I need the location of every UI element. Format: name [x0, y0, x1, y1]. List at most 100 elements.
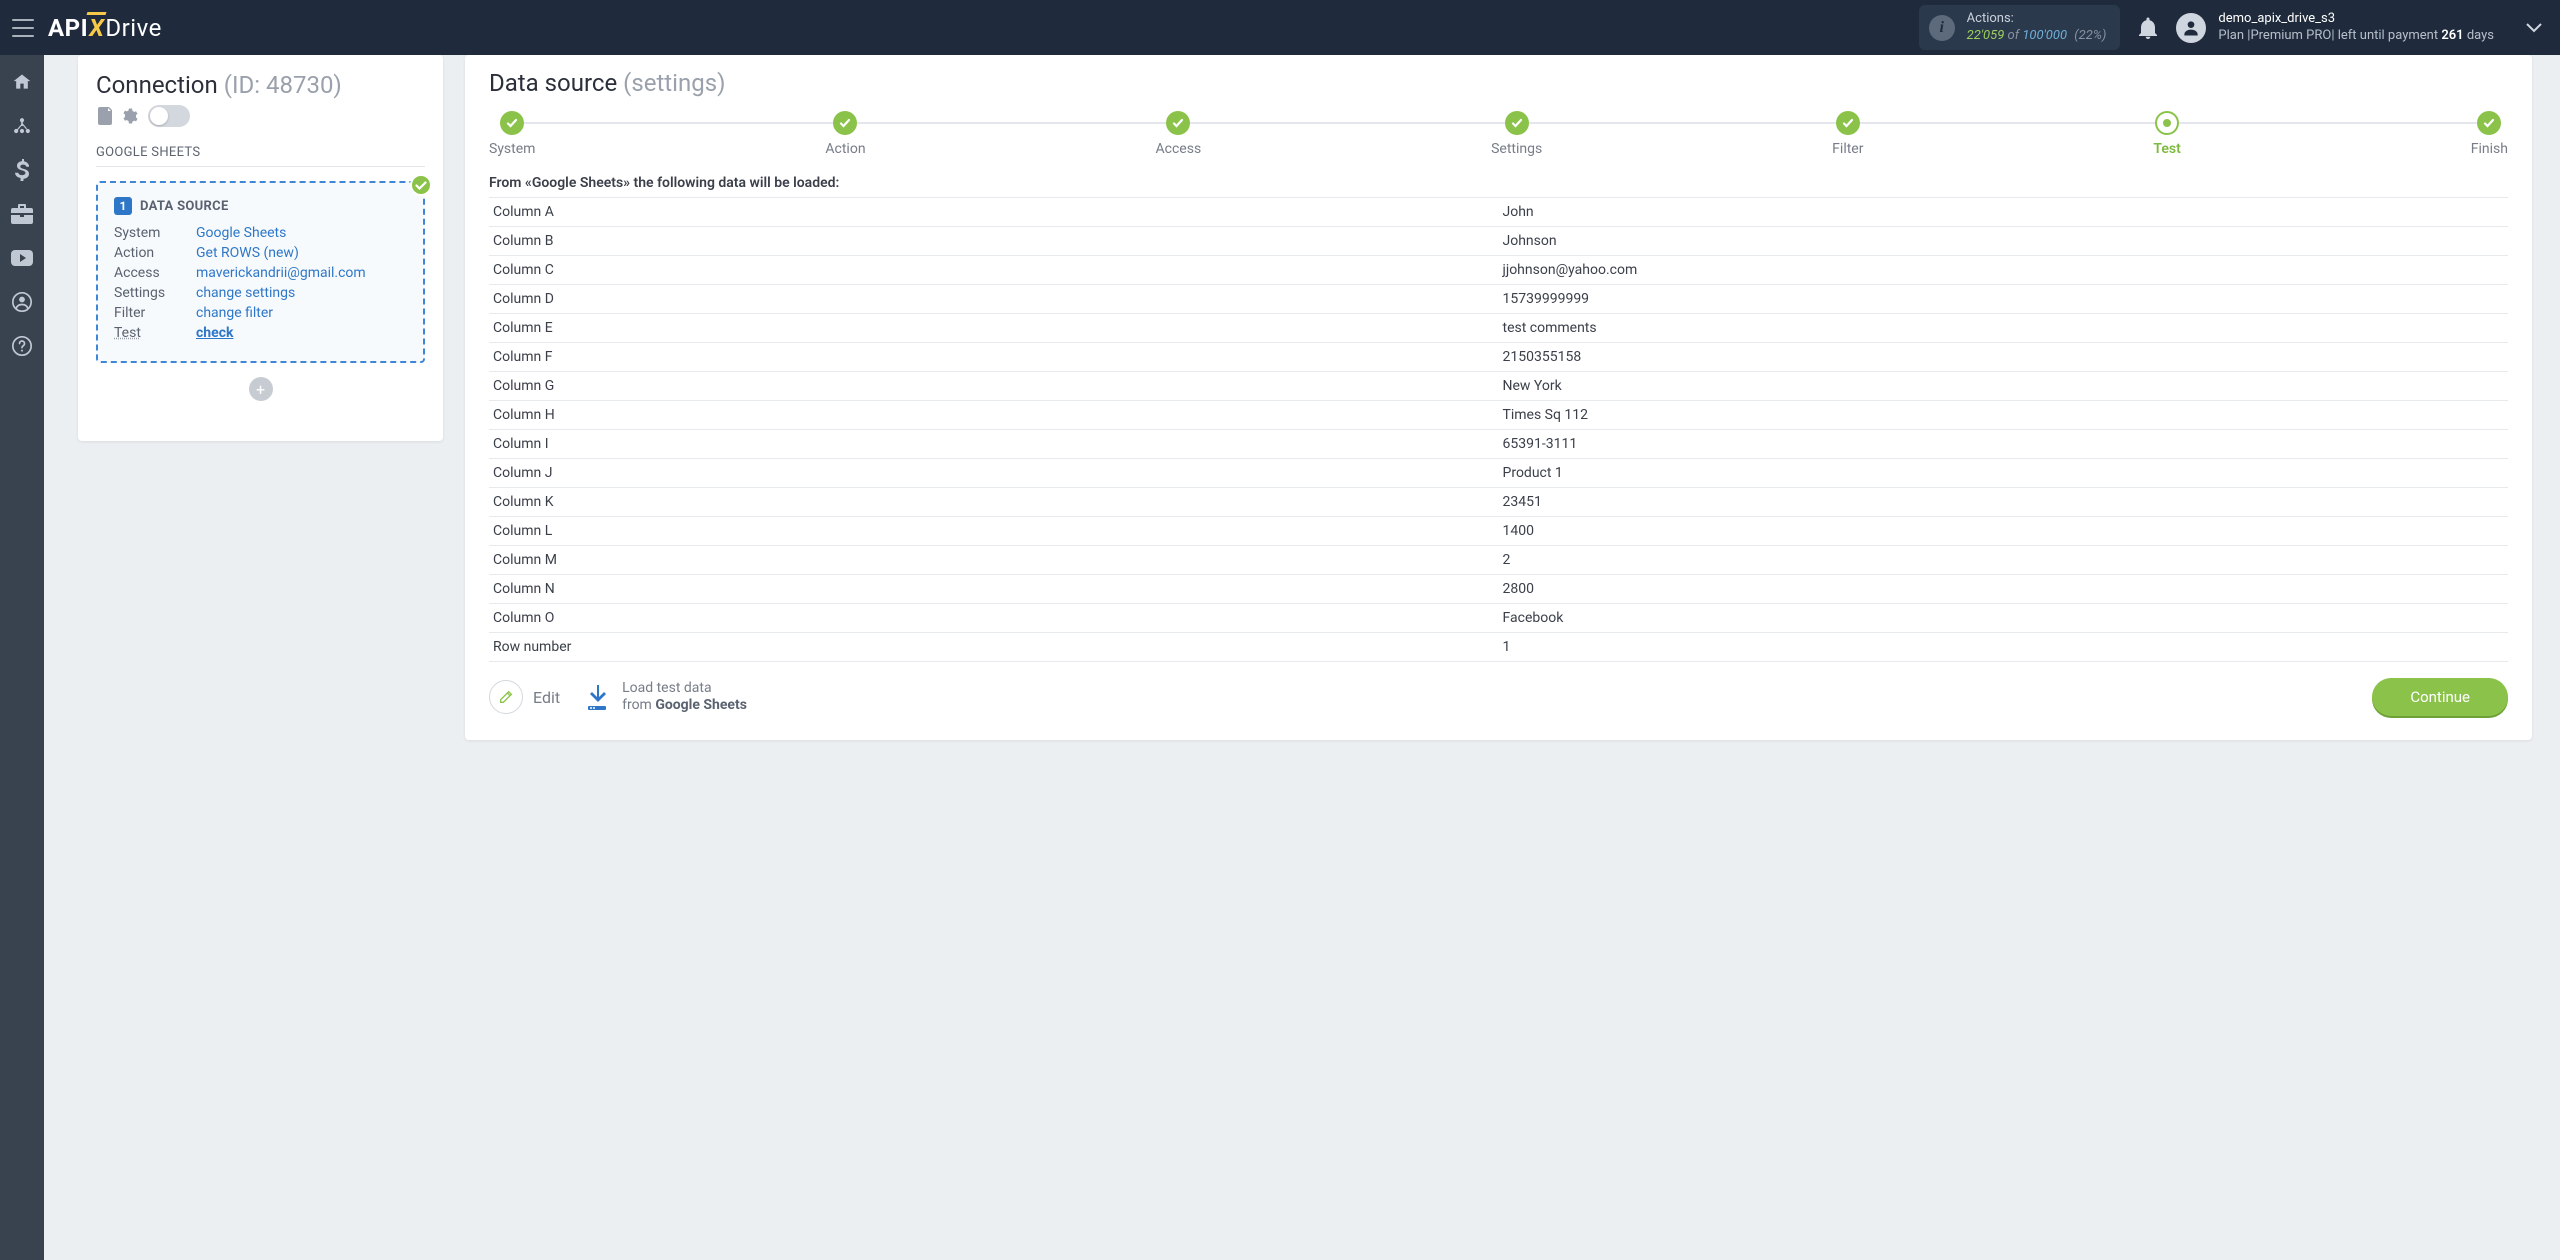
table-row: Column JProduct 1: [489, 459, 2508, 488]
step-access[interactable]: Access: [1156, 111, 1202, 157]
topbar: API X Drive i Actions: 22'059 of 100'000…: [0, 0, 2560, 55]
step-settings[interactable]: Settings: [1491, 111, 1542, 157]
rail-account[interactable]: [0, 281, 44, 323]
cell-key: Column N: [489, 575, 1499, 604]
table-row: Column Cjjohnson@yahoo.com: [489, 256, 2508, 285]
cell-key: Column L: [489, 517, 1499, 546]
connection-source-label: GOOGLE SHEETS: [96, 145, 425, 167]
card-number: 1: [114, 197, 132, 215]
rail-billing[interactable]: [0, 149, 44, 191]
connection-title: Connection (ID: 48730): [96, 71, 425, 127]
cell-value: Product 1: [1499, 459, 2509, 488]
user-menu[interactable]: demo_apix_drive_s3 Plan |Premium PRO| le…: [2176, 11, 2494, 44]
table-row: Column K23451: [489, 488, 2508, 517]
note-icon[interactable]: [98, 107, 114, 125]
step-label: Settings: [1491, 141, 1542, 157]
cell-key: Column H: [489, 401, 1499, 430]
ds-row-link[interactable]: check: [196, 325, 233, 341]
step-action[interactable]: Action: [825, 111, 865, 157]
enable-toggle[interactable]: [148, 105, 190, 127]
connection-panel: Connection (ID: 48730) GOOGLE SHEETS 1 D…: [78, 55, 443, 441]
table-row: Column Etest comments: [489, 314, 2508, 343]
cell-value: 65391-3111: [1499, 430, 2509, 459]
continue-button[interactable]: Continue: [2372, 678, 2508, 716]
table-row: Column D15739999999: [489, 285, 2508, 314]
cell-value: test comments: [1499, 314, 2509, 343]
rail-toolbox[interactable]: [0, 193, 44, 235]
table-row: Column HTimes Sq 112: [489, 401, 2508, 430]
ds-row-link[interactable]: change filter: [196, 305, 273, 321]
table-row: Column M2: [489, 546, 2508, 575]
cell-key: Column M: [489, 546, 1499, 575]
step-filter[interactable]: Filter: [1832, 111, 1863, 157]
add-step-button[interactable]: +: [249, 377, 273, 401]
table-row: Column AJohn: [489, 198, 2508, 227]
cell-value: 1: [1499, 633, 2509, 662]
user-plan: Plan |Premium PRO| left until payment 26…: [2218, 28, 2494, 44]
load-test-button[interactable]: Load test data from Google Sheets: [582, 680, 747, 714]
table-row: Column I65391-3111: [489, 430, 2508, 459]
actions-percent: (22%): [2074, 28, 2106, 43]
info-icon: i: [1929, 15, 1955, 41]
ds-row-key: Filter: [114, 305, 186, 321]
user-name: demo_apix_drive_s3: [2218, 11, 2494, 27]
page-title: Data source (settings): [489, 69, 2508, 97]
edit-button[interactable]: Edit: [489, 680, 560, 714]
ds-row: Settings change settings: [114, 285, 407, 301]
bell-icon[interactable]: [2138, 17, 2158, 39]
user-meta: demo_apix_drive_s3 Plan |Premium PRO| le…: [2218, 11, 2494, 44]
ds-row: Testcheck: [114, 325, 407, 341]
ds-row-link[interactable]: maverickandrii@gmail.com: [196, 265, 366, 281]
data-table: Column AJohnColumn BJohnsonColumn Cjjohn…: [489, 197, 2508, 662]
cell-value: 23451: [1499, 488, 2509, 517]
cell-key: Column J: [489, 459, 1499, 488]
rail-video[interactable]: [0, 237, 44, 279]
step-system[interactable]: System: [489, 111, 535, 157]
logo[interactable]: API X Drive: [48, 14, 162, 42]
menu-toggle[interactable]: [12, 19, 34, 37]
ds-row-link[interactable]: Google Sheets: [196, 225, 286, 241]
cell-value: Times Sq 112: [1499, 401, 2509, 430]
table-row: Column N2800: [489, 575, 2508, 604]
cell-value: 2: [1499, 546, 2509, 575]
rail-home[interactable]: [0, 61, 44, 103]
ds-row-key: Settings: [114, 285, 186, 301]
cell-value: New York: [1499, 372, 2509, 401]
edit-label: Edit: [533, 688, 560, 707]
logo-accent: X: [89, 14, 104, 42]
rail-help[interactable]: [0, 325, 44, 367]
cell-value: John: [1499, 198, 2509, 227]
cell-value: Facebook: [1499, 604, 2509, 633]
cell-value: Johnson: [1499, 227, 2509, 256]
ds-row: Filter change filter: [114, 305, 407, 321]
chevron-down-icon[interactable]: [2526, 23, 2542, 33]
actions-max: 100'000: [2022, 28, 2067, 43]
gear-icon[interactable]: [120, 107, 138, 125]
cell-key: Column I: [489, 430, 1499, 459]
cell-key: Column K: [489, 488, 1499, 517]
step-test[interactable]: Test: [2153, 111, 2180, 157]
step-label: Action: [825, 141, 865, 157]
ds-row-key: Access: [114, 265, 186, 281]
table-row: Column OFacebook: [489, 604, 2508, 633]
ds-row-key: Action: [114, 245, 186, 261]
nav-rail: [0, 55, 44, 1260]
data-source-card[interactable]: 1 DATA SOURCE SystemGoogle SheetsActionG…: [96, 181, 425, 363]
cell-value: 15739999999: [1499, 285, 2509, 314]
logo-text-drive: Drive: [105, 14, 161, 42]
ds-row-link[interactable]: change settings: [196, 285, 295, 301]
stepper: System Action Access Settings Filter Test Fini…: [489, 111, 2508, 157]
actions-counter[interactable]: i Actions: 22'059 of 100'000 (22%): [1919, 5, 2121, 50]
ds-row-key: System: [114, 225, 186, 241]
table-row: Row number1: [489, 633, 2508, 662]
ds-row-link[interactable]: Get ROWS (new): [196, 245, 299, 261]
cell-value: 1400: [1499, 517, 2509, 546]
rail-connections[interactable]: [0, 105, 44, 147]
actions-current: 22'059: [1967, 28, 2005, 43]
logo-text-api: API: [48, 14, 88, 42]
step-label: Finish: [2471, 141, 2508, 157]
actions-of: of: [2008, 28, 2020, 43]
connection-id: (ID: 48730): [224, 71, 342, 99]
actions-label: Actions:: [1967, 11, 2107, 27]
step-finish[interactable]: Finish: [2471, 111, 2508, 157]
